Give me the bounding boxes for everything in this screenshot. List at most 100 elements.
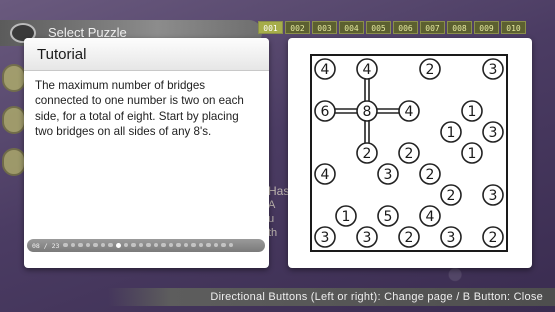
island-0-2[interactable]: 6 xyxy=(314,100,336,122)
puzzle-list-item-icon xyxy=(2,64,26,92)
page-dot xyxy=(183,243,189,248)
island-0-8[interactable]: 3 xyxy=(314,226,336,248)
island-6-6[interactable]: 2 xyxy=(440,184,462,206)
island-number: 1 xyxy=(447,125,456,141)
page-dot xyxy=(85,243,91,248)
island-number: 6 xyxy=(321,104,330,120)
page-dot xyxy=(63,243,68,248)
island-4-8[interactable]: 2 xyxy=(398,226,420,248)
island-6-8[interactable]: 3 xyxy=(440,226,462,248)
island-3-5[interactable]: 3 xyxy=(377,163,399,185)
controls-hint-bar: Directional Buttons (Left or right): Cha… xyxy=(108,288,555,306)
puzzle-tab-007: 007 xyxy=(420,21,445,34)
island-5-0[interactable]: 2 xyxy=(419,58,441,80)
island-2-8[interactable]: 3 xyxy=(356,226,378,248)
puzzle-tab-008: 008 xyxy=(447,21,472,34)
page-dot xyxy=(78,243,83,248)
page-dot xyxy=(153,243,159,248)
island-7-4[interactable]: 1 xyxy=(461,142,483,164)
puzzle-tab-004: 004 xyxy=(339,21,364,34)
island-number: 3 xyxy=(363,230,372,246)
island-8-3[interactable]: 3 xyxy=(482,121,504,143)
island-number: 4 xyxy=(363,62,372,78)
island-number: 3 xyxy=(447,230,456,246)
puzzle-tab-006: 006 xyxy=(393,21,418,34)
tutorial-card: Tutorial The maximum number of bridges c… xyxy=(24,38,269,268)
puzzle-tab-001: 001 xyxy=(258,21,283,34)
puzzle-number-tabs: 001 002 003 004 005 006 007 008 009 010 xyxy=(258,21,526,34)
page-dot xyxy=(191,243,196,248)
island-number: 2 xyxy=(447,188,456,204)
page-dot xyxy=(146,243,151,248)
puzzle-example-card: 44236841132214322315433232 xyxy=(288,38,532,268)
background-info-line: th xyxy=(268,227,278,239)
page-counter: 08 / 23 xyxy=(32,241,60,250)
page-dot xyxy=(93,243,98,248)
controls-hint-text: Directional Buttons (Left or right): Cha… xyxy=(210,291,543,303)
island-number: 1 xyxy=(468,104,477,120)
island-number: 2 xyxy=(426,62,435,78)
puzzle-list-item-icon xyxy=(2,148,26,176)
page-indicator-bar[interactable]: 08 / 23 xyxy=(27,239,265,252)
page-dot xyxy=(168,243,174,248)
island-7-2[interactable]: 1 xyxy=(461,100,483,122)
page-dot xyxy=(176,243,181,248)
island-number: 3 xyxy=(321,230,330,246)
page-dot xyxy=(228,243,234,248)
tutorial-body-text: The maximum number of bridges connected … xyxy=(35,79,244,139)
page-dot-current xyxy=(115,243,121,248)
island-1-7[interactable]: 1 xyxy=(335,205,357,227)
island-number: 1 xyxy=(342,209,351,225)
background-info-line: Has xyxy=(268,184,290,198)
page-dot xyxy=(70,243,76,248)
page-dot xyxy=(198,243,204,248)
island-2-4[interactable]: 2 xyxy=(356,142,378,164)
island-number: 2 xyxy=(405,146,414,162)
island-6-3[interactable]: 1 xyxy=(440,121,462,143)
island-5-5[interactable]: 2 xyxy=(419,163,441,185)
island-number: 4 xyxy=(321,167,330,183)
island-number: 2 xyxy=(405,230,414,246)
island-number: 2 xyxy=(363,146,372,162)
island-8-6[interactable]: 3 xyxy=(482,184,504,206)
island-0-0[interactable]: 4 xyxy=(314,58,336,80)
island-8-8[interactable]: 2 xyxy=(482,226,504,248)
background-puzzle-info: Has Au th xyxy=(268,185,289,241)
puzzle-list-item-icon xyxy=(2,106,26,134)
tutorial-title: Tutorial xyxy=(24,38,269,71)
island-number: 8 xyxy=(363,104,372,120)
puzzle-tab-003: 003 xyxy=(312,21,337,34)
island-number: 5 xyxy=(384,209,393,225)
page-dot xyxy=(123,243,129,248)
puzzle-tab-005: 005 xyxy=(366,21,391,34)
page-dot xyxy=(100,243,106,248)
island-number: 2 xyxy=(489,230,498,246)
island-number: 4 xyxy=(321,62,330,78)
puzzle-tab-010: 010 xyxy=(501,21,526,34)
island-5-7[interactable]: 4 xyxy=(419,205,441,227)
page-dot xyxy=(206,243,211,248)
island-number: 4 xyxy=(405,104,414,120)
page-dot xyxy=(131,243,136,248)
page-dot xyxy=(213,243,219,248)
puzzle-tab-002: 002 xyxy=(285,21,310,34)
background-info-line: u xyxy=(268,213,275,225)
island-4-4[interactable]: 2 xyxy=(398,142,420,164)
page-dot xyxy=(161,243,166,248)
island-number: 3 xyxy=(384,167,393,183)
page-dot xyxy=(108,243,113,248)
island-number: 3 xyxy=(489,125,498,141)
island-2-2[interactable]: 8 xyxy=(356,100,378,122)
island-0-5[interactable]: 4 xyxy=(314,163,336,185)
island-number: 3 xyxy=(489,62,498,78)
island-2-0[interactable]: 4 xyxy=(356,58,378,80)
island-number: 4 xyxy=(426,209,435,225)
page-dot xyxy=(221,243,226,248)
island-number: 1 xyxy=(468,146,477,162)
island-8-0[interactable]: 3 xyxy=(482,58,504,80)
puzzle-tab-009: 009 xyxy=(474,21,499,34)
island-number: 2 xyxy=(426,167,435,183)
island-4-2[interactable]: 4 xyxy=(398,100,420,122)
page-dots xyxy=(63,243,234,248)
island-3-7[interactable]: 5 xyxy=(377,205,399,227)
